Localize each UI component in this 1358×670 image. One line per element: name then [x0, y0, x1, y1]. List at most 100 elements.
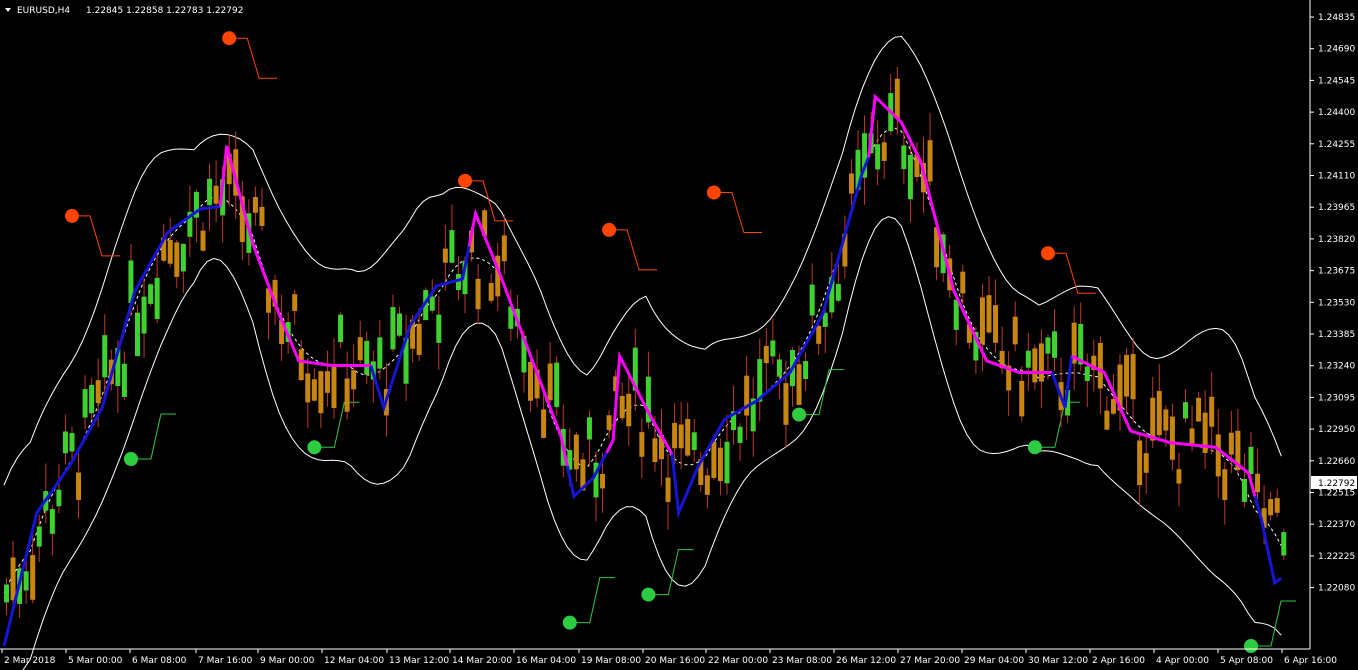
sell-signal-dot[interactable] [602, 222, 617, 237]
bear-candle [528, 361, 533, 401]
bear-candle [796, 364, 802, 405]
sell-signal-dot[interactable] [222, 31, 237, 46]
bear-candle [95, 380, 101, 404]
current-price-marker: 1.22792 [1311, 476, 1357, 489]
price-tick-label: 1.22370 [1318, 520, 1355, 530]
sell-signal-dot[interactable] [65, 208, 79, 223]
time-tick-label: 26 Mar 12:00 [836, 656, 896, 666]
bull-candle [148, 284, 154, 304]
bear-candle [541, 409, 547, 438]
bear-candle [547, 363, 553, 401]
bull-candle [180, 243, 186, 272]
price-tick-label: 1.22660 [1318, 457, 1355, 467]
bear-candle [678, 424, 684, 449]
bear-candle [324, 371, 330, 393]
bear-candle [501, 235, 507, 262]
bull-candle [907, 154, 913, 200]
bull-candle [1045, 337, 1051, 354]
bull-candle [809, 284, 815, 316]
time-tick-label: 23 Mar 08:00 [772, 656, 832, 666]
bear-candle [174, 242, 180, 277]
bull-candle [586, 417, 592, 440]
bear-candle [573, 434, 579, 470]
price-tick-label: 1.24835 [1318, 13, 1355, 23]
bear-candle [252, 196, 258, 213]
bear-candle [986, 295, 992, 333]
buy-signal-dot[interactable] [641, 587, 656, 602]
bear-candle [1163, 409, 1169, 431]
time-tick-label: 4 Apr 00:00 [1156, 656, 1209, 666]
bull-candle [953, 299, 959, 330]
bear-candle [1222, 469, 1228, 501]
bull-candle [56, 489, 62, 507]
bear-candle [1255, 473, 1261, 493]
time-tick-label: 6 Mar 08:00 [132, 656, 187, 666]
time-tick-label: 14 Mar 20:00 [452, 656, 512, 666]
time-tick-label: 2 Apr 16:00 [1092, 656, 1145, 666]
bull-candle [82, 389, 88, 418]
bear-candle [357, 337, 363, 361]
buy-signal-dot[interactable] [123, 451, 138, 466]
bull-candle [23, 571, 29, 591]
price-chart[interactable]: 1.24835 1.24690 1.24545 1.24400 1.24255 1.241… [0, 0, 1358, 670]
time-tick-label: 5 Apr 08:00 [1220, 656, 1273, 666]
bull-candle [1248, 446, 1254, 475]
bear-candle [1124, 354, 1130, 397]
price-tick-label: 1.22080 [1318, 584, 1355, 594]
bull-candle [135, 312, 140, 357]
bull-candle [554, 362, 560, 408]
bear-candle [1176, 469, 1182, 484]
bear-candle [979, 297, 985, 344]
bear-candle [1169, 416, 1175, 460]
time-tick-label: 29 Mar 04:00 [964, 656, 1024, 666]
price-tick-label: 1.24545 [1318, 76, 1355, 86]
bear-candle [298, 349, 304, 381]
bull-candle [364, 340, 370, 375]
bull-candle [102, 335, 108, 378]
bear-candle [1150, 397, 1156, 441]
bull-candle [1183, 402, 1188, 419]
current-price-label: 1.22792 [1318, 479, 1355, 489]
price-tick-label: 1.23385 [1318, 330, 1355, 340]
bear-candle [993, 305, 999, 343]
bear-candle [711, 441, 717, 478]
symbol-label: EURUSD,H4 [17, 6, 70, 16]
buy-signal-dot[interactable] [562, 615, 577, 630]
bear-candle [1038, 343, 1044, 382]
bear-candle [1137, 440, 1143, 486]
chart-header[interactable]: EURUSD,H4 1.22845 1.22858 1.22783 1.2279… [5, 6, 243, 16]
buy-signal-dot[interactable] [1027, 440, 1042, 455]
buy-signal-dot[interactable] [792, 407, 807, 422]
bull-candle [737, 426, 743, 443]
bull-candle [1281, 532, 1287, 556]
bear-candle [10, 557, 16, 601]
bear-candle [475, 278, 481, 310]
buy-signal-dot[interactable] [307, 440, 322, 455]
price-tick-label: 1.24690 [1318, 45, 1355, 55]
bear-candle [1097, 342, 1103, 389]
bear-candle [1215, 434, 1221, 477]
price-tick-label: 1.23530 [1318, 298, 1355, 308]
time-tick-label: 6 Apr 16:00 [1284, 656, 1337, 666]
bull-candle [901, 145, 907, 170]
price-tick-label: 1.24400 [1318, 108, 1355, 118]
price-tick-label: 1.23820 [1318, 235, 1355, 245]
bear-candle [639, 432, 645, 457]
bear-candle [685, 419, 691, 456]
bear-candle [259, 206, 265, 226]
bull-candle [803, 361, 809, 380]
bear-candle [1196, 397, 1202, 422]
bear-candle [351, 370, 357, 390]
sell-signal-dot[interactable] [1040, 246, 1055, 261]
bull-candle [770, 340, 776, 357]
bear-candle [488, 283, 494, 301]
bear-candle [76, 472, 82, 501]
bull-candle [835, 284, 841, 301]
sell-signal-dot[interactable] [458, 173, 472, 188]
sell-signal-dot[interactable] [706, 185, 721, 200]
bear-candle [292, 294, 298, 311]
bear-candle [344, 378, 350, 412]
bull-candle [776, 359, 782, 377]
bear-candle [331, 365, 337, 409]
buy-signal-dot[interactable] [1244, 639, 1258, 653]
